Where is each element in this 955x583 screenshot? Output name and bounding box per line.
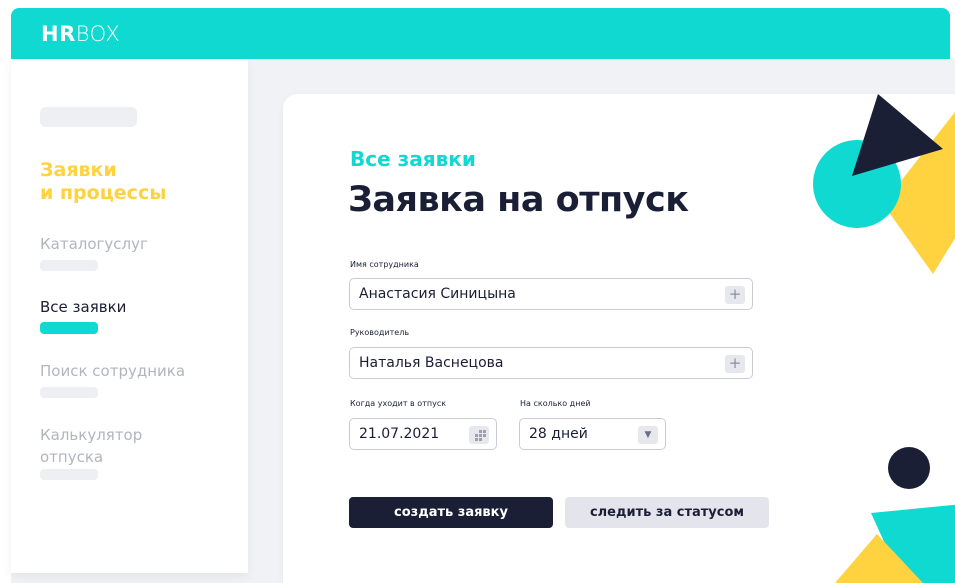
- breadcrumb[interactable]: Все заявки: [350, 147, 476, 171]
- sidebar-item-catalog[interactable]: Каталогуслуг: [40, 233, 148, 255]
- sidebar-item-underline: [40, 260, 98, 271]
- request-form-card: Все заявки Заявка на отпуск Имя сотрудни…: [283, 94, 955, 583]
- employee-value: Анастасия Синицына: [359, 286, 516, 302]
- manager-value: Наталья Васнецова: [359, 355, 504, 371]
- start-date-value: 21.07.2021: [359, 426, 440, 442]
- navy-dot-shape: [888, 447, 930, 489]
- employee-field[interactable]: Анастасия Синицына +: [349, 278, 753, 310]
- chevron-down-icon[interactable]: ▼: [638, 426, 658, 444]
- start-date-label: Когда уходит в отпуск: [350, 399, 447, 408]
- track-status-button[interactable]: следить за статусом: [565, 497, 769, 528]
- days-select[interactable]: 28 дней ▼: [519, 418, 666, 450]
- days-value: 28 дней: [529, 426, 588, 442]
- sidebar-placeholder: [40, 107, 137, 127]
- sidebar-item-employee-search[interactable]: Поиск сотрудника: [40, 360, 185, 382]
- page-title: Заявка на отпуск: [348, 180, 689, 220]
- calendar-icon[interactable]: [469, 426, 489, 444]
- app-logo[interactable]: HRBOX: [41, 22, 120, 46]
- sidebar-item-underline: [40, 469, 98, 480]
- sidebar-section-title: Заявки и процессы: [40, 159, 167, 204]
- add-manager-icon[interactable]: +: [725, 355, 745, 373]
- manager-label: Руководитель: [350, 328, 410, 337]
- days-label: На сколько дней: [520, 399, 591, 408]
- start-date-field[interactable]: 21.07.2021: [349, 418, 497, 450]
- sidebar-active-indicator: [40, 322, 98, 334]
- add-employee-icon[interactable]: +: [725, 286, 745, 304]
- sidebar-item-all-requests[interactable]: Все заявки: [40, 296, 126, 318]
- header-bar: HRBOX: [11, 8, 950, 59]
- sidebar-item-vacation-calculator[interactable]: Калькулятор отпуска: [40, 424, 142, 468]
- sidebar-item-underline: [40, 387, 98, 398]
- app-window: HRBOX Заявки и процессы Каталогуслуг Все…: [0, 0, 955, 583]
- create-request-button[interactable]: создать заявку: [349, 497, 553, 528]
- sidebar: Заявки и процессы Каталогуслуг Все заявк…: [11, 59, 248, 573]
- manager-field[interactable]: Наталья Васнецова +: [349, 347, 753, 379]
- employee-label: Имя сотрудника: [350, 260, 419, 269]
